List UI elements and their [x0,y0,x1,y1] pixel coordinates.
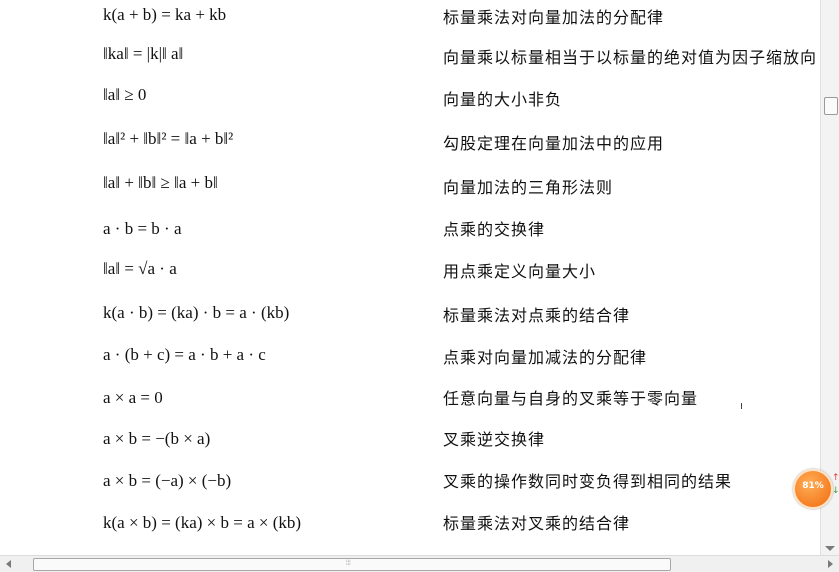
formula: k(a × b) = (ka) × b = a × (kb) [103,513,302,532]
list-item: ‖a‖² + ‖b‖² = ‖a + b‖² 勾股定理在向量加法中的应用 [0,128,820,168]
description: 向量加法的三角形法则 [443,178,614,197]
list-item: ‖a‖ + ‖b‖ ≥ ‖a + b‖ 向量加法的三角形法则 [0,172,820,212]
text-cursor-mark [741,403,742,409]
list-item: ‖a‖ = √a · a 用点乘定义向量大小 [0,258,820,298]
formula: a · b = b · a [103,219,182,238]
list-item: k(a + b) = ka + kb 标量乘法对向量加法的分配律 [0,4,820,44]
list-item: a · b = b · a 点乘的交换律 [0,218,820,258]
zoom-level: 81% [802,481,824,491]
formula: ‖a‖² + ‖b‖² = ‖a + b‖² [103,129,234,148]
scroll-right-arrow-icon[interactable] [828,560,833,568]
formula: ‖a‖ = √a · a [103,259,177,278]
description: 任意向量与自身的叉乘等于零向量 [443,389,699,408]
description: 标量乘法对叉乘的结合律 [443,514,631,533]
scroll-left-arrow-icon[interactable] [6,560,11,568]
list-item: ‖ka‖ = |k|‖ a‖ 向量乘以标量相当于以标量的绝对值为因子缩放向 [0,43,820,83]
scroll-down-arrow-icon[interactable] [825,546,835,551]
document-content: k(a + b) = ka + kb 标量乘法对向量加法的分配律 ‖ka‖ = … [0,0,820,555]
list-item: a × b = −(b × a) 叉乘逆交换律 [0,428,820,468]
list-item: a × b = (−a) × (−b) 叉乘的操作数同时变负得到相同的结果 [0,470,820,510]
description: 标量乘法对向量加法的分配律 [443,8,665,27]
list-item: ‖a‖ ≥ 0 向量的大小非负 [0,84,820,124]
formula: k(a + b) = ka + kb [103,5,227,24]
formula: a × b = −(b × a) [103,429,211,448]
description: 叉乘的操作数同时变负得到相同的结果 [443,472,733,491]
description: 点乘对向量加减法的分配律 [443,348,648,367]
zoom-badge[interactable]: 81% [793,469,833,509]
description: 向量乘以标量相当于以标量的绝对值为因子缩放向 [443,48,818,67]
description: 叉乘逆交换律 [443,430,546,449]
formula: ‖a‖ ≥ 0 [103,85,147,104]
horizontal-scrollbar[interactable]: ⦙⦙⦙ [0,555,839,572]
list-item: k(a × b) = (ka) × b = a × (kb) 标量乘法对叉乘的结… [0,512,820,552]
scroll-grip-icon: ⦙⦙⦙ [346,559,351,567]
vertical-scroll-thumb[interactable] [824,97,838,115]
description: 点乘的交换律 [443,220,546,239]
formula: ‖a‖ + ‖b‖ ≥ ‖a + b‖ [103,173,218,192]
zoom-out-arrow-icon[interactable]: ↓ [832,487,839,496]
formula: a · (b + c) = a · b + a · c [103,345,266,364]
description: 用点乘定义向量大小 [443,262,597,281]
formula: k(a · b) = (ka) · b = a · (kb) [103,303,290,322]
horizontal-scroll-thumb[interactable] [33,558,671,571]
formula: a × b = (−a) × (−b) [103,471,232,490]
list-item: k(a · b) = (ka) · b = a · (kb) 标量乘法对点乘的结… [0,302,820,342]
formula: ‖ka‖ = |k|‖ a‖ [103,44,184,63]
formula: a × a = 0 [103,388,163,407]
list-item: a × a = 0 任意向量与自身的叉乘等于零向量 [0,387,820,427]
description: 标量乘法对点乘的结合律 [443,306,631,325]
description: 向量的大小非负 [443,90,563,109]
description: 勾股定理在向量加法中的应用 [443,134,665,153]
list-item: a · (b + c) = a · b + a · c 点乘对向量加减法的分配律 [0,344,820,384]
zoom-in-arrow-icon[interactable]: ↑ [832,474,839,483]
